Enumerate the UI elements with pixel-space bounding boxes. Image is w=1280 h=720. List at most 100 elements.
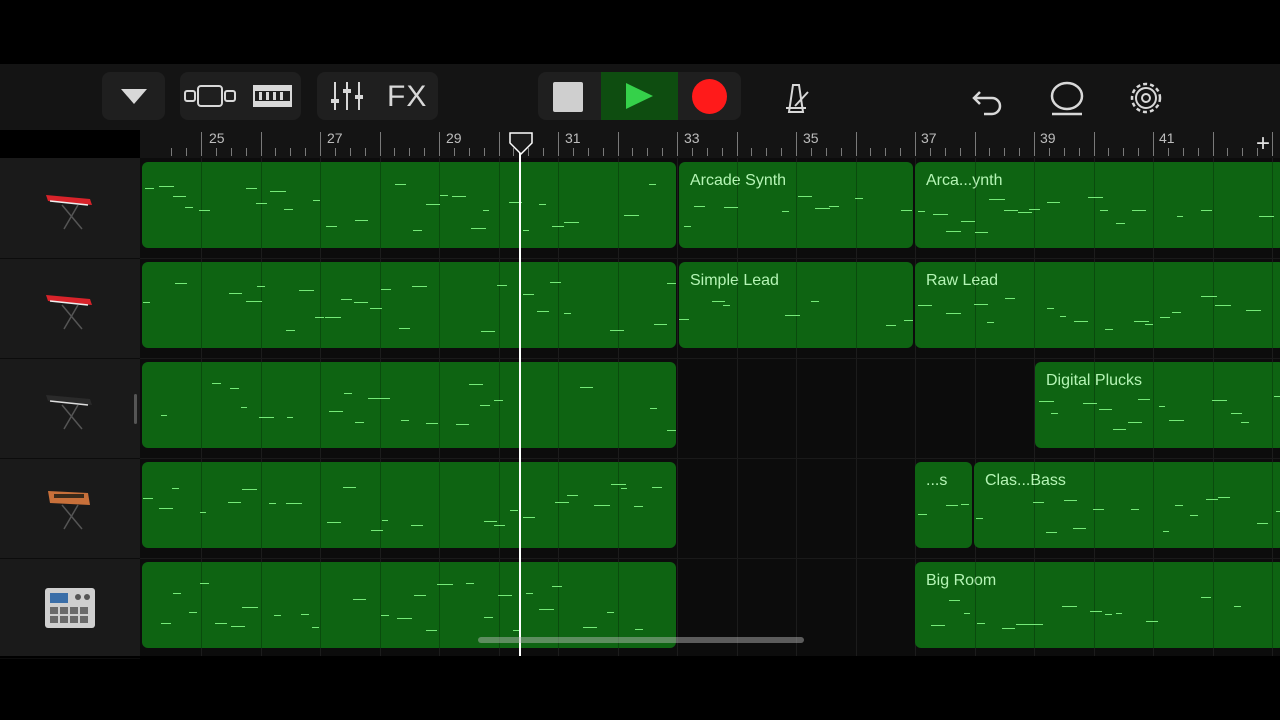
region-bar-line [855, 162, 857, 248]
region-bar-line [1153, 562, 1154, 648]
red-synth-keyboard-icon [46, 295, 92, 330]
ruler-tick [647, 148, 649, 156]
midi-note [1004, 298, 1015, 300]
region-bar-line [260, 562, 262, 648]
midi-note [355, 219, 368, 221]
region[interactable] [142, 462, 676, 548]
ruler-tick [974, 132, 976, 156]
tracks-view-icon[interactable] [180, 72, 240, 120]
region-bar-line [617, 462, 619, 548]
midi-note [1090, 610, 1102, 612]
triangle-down-icon [121, 89, 147, 104]
playhead[interactable] [519, 140, 521, 656]
region-bar-line [796, 262, 797, 348]
timeline-ruler[interactable]: 25 27 29 31 33 35 37 39 41 + [140, 130, 1280, 158]
region[interactable]: Arcade Synth [679, 162, 913, 248]
metronome-icon[interactable] [776, 78, 816, 118]
midi-note [229, 293, 242, 295]
track-resize-handle[interactable] [134, 394, 137, 424]
mixer-sliders-icon[interactable] [325, 72, 369, 120]
region[interactable] [142, 362, 676, 448]
region-bar-line [796, 162, 797, 248]
region[interactable]: Raw Lead [915, 262, 1280, 348]
region[interactable]: Clas...Bass [974, 462, 1280, 548]
region[interactable]: Arca...ynth [915, 162, 1280, 248]
midi-note [1241, 422, 1250, 424]
midi-note [975, 231, 988, 233]
midi-note [397, 618, 413, 620]
midi-note [551, 586, 562, 588]
track-headers [0, 158, 140, 659]
ruler-tick [632, 148, 634, 156]
undo-icon[interactable] [968, 78, 1008, 118]
horizontal-scrollbar[interactable] [478, 637, 804, 643]
playhead-handle[interactable] [509, 132, 533, 156]
browser-menu-button[interactable] [102, 72, 165, 120]
track-header[interactable] [0, 158, 140, 259]
region-bar-line [1272, 162, 1273, 248]
track-header[interactable] [0, 258, 140, 359]
bar-number: 35 [803, 130, 819, 146]
ruler-tick [290, 148, 292, 156]
midi-note [1104, 329, 1114, 331]
midi-note [212, 383, 221, 385]
region[interactable] [142, 262, 676, 348]
midi-note [241, 607, 258, 609]
add-section-button[interactable]: + [1256, 130, 1270, 158]
midi-note [1001, 627, 1016, 629]
ruler-tick [796, 132, 797, 156]
region[interactable]: Digital Plucks [1035, 362, 1280, 448]
midi-note [693, 206, 705, 208]
midi-note [481, 330, 496, 332]
region[interactable]: ...s [915, 462, 972, 548]
ruler-tick [230, 148, 232, 156]
midi-note [667, 282, 676, 284]
region-bar-line [974, 562, 976, 648]
region-bar-line [617, 562, 619, 648]
midi-note [395, 184, 406, 186]
midi-note [523, 294, 535, 296]
ruler-tick [558, 132, 559, 156]
ruler-tick [721, 148, 723, 156]
midi-note [1274, 396, 1280, 398]
midi-note [312, 627, 319, 629]
midi-note [1029, 623, 1044, 625]
stop-icon[interactable] [553, 82, 583, 112]
region[interactable] [142, 562, 676, 648]
midi-note [215, 622, 227, 624]
region[interactable]: Simple Lead [679, 262, 913, 348]
fx-button[interactable]: FX [387, 80, 427, 114]
region[interactable]: Big Room [915, 562, 1280, 648]
midi-note [918, 211, 926, 213]
loop-browser-icon[interactable] [248, 72, 298, 120]
midi-note [172, 593, 182, 595]
track-header[interactable] [0, 558, 140, 659]
midi-note [1233, 606, 1241, 608]
track-header[interactable] [0, 458, 140, 559]
midi-note [1100, 210, 1109, 211]
midi-note [523, 229, 530, 231]
midi-note [988, 198, 1005, 200]
midi-note [286, 330, 295, 332]
midi-note [523, 517, 535, 519]
region-bar-line [498, 162, 500, 248]
record-icon[interactable] [692, 79, 727, 114]
lasso-icon[interactable] [1046, 78, 1088, 118]
midi-note [189, 612, 197, 614]
ruler-tick [320, 132, 321, 156]
play-button[interactable] [601, 72, 678, 120]
midi-note [483, 520, 497, 522]
track-header[interactable] [0, 358, 140, 459]
midi-note [411, 286, 427, 288]
midi-note [1033, 502, 1044, 504]
gear-icon[interactable] [1126, 78, 1166, 118]
region-bar-line [1272, 462, 1273, 548]
midi-note [159, 185, 174, 187]
track-area[interactable]: Arcade Synth Arca...ynth Simple Lead Raw… [140, 158, 1280, 656]
ruler-tick [1019, 148, 1021, 156]
ruler-tick [587, 148, 589, 156]
region[interactable] [142, 162, 676, 248]
region-name: Raw Lead [926, 272, 999, 289]
region-bar-line [1093, 262, 1095, 348]
ruler-tick [1108, 148, 1110, 156]
